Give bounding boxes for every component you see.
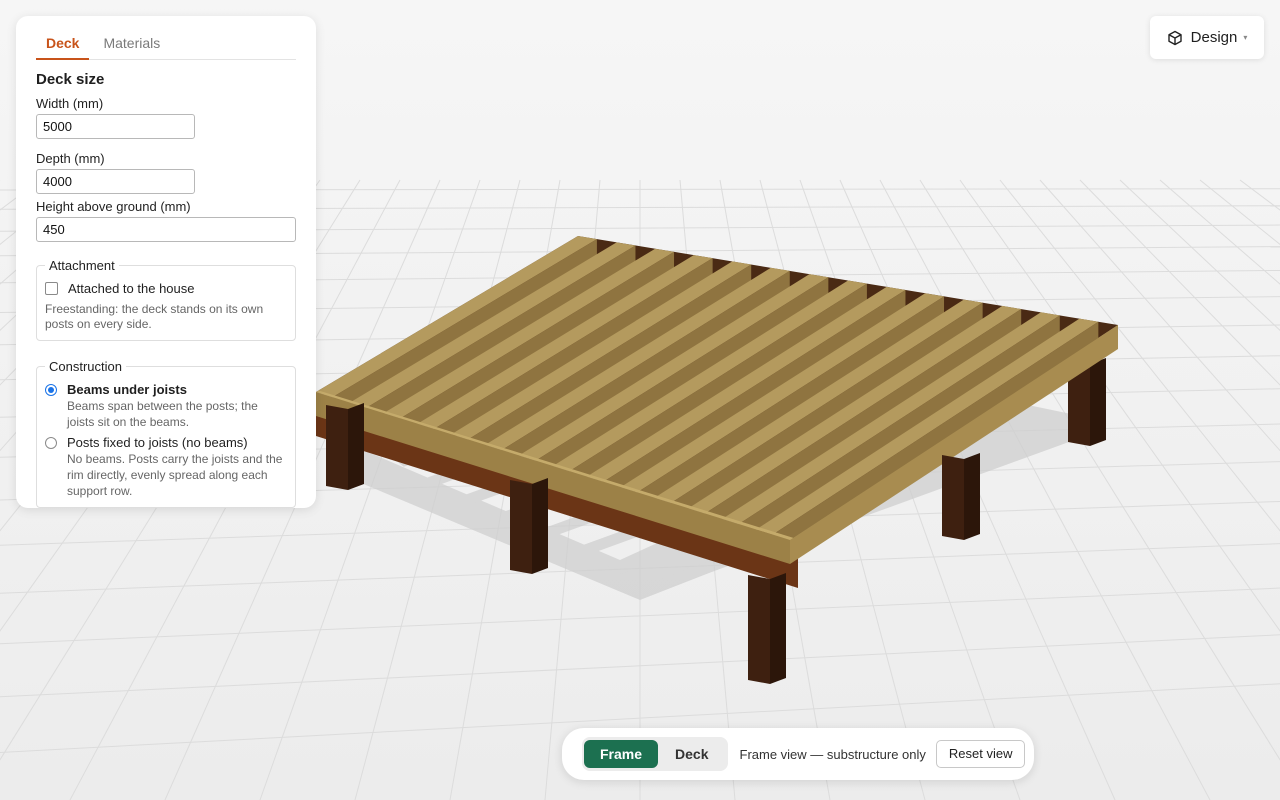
width-label: Width (mm) <box>36 96 104 111</box>
attached-checkbox[interactable] <box>45 282 58 295</box>
depth-input[interactable] <box>36 169 195 194</box>
deck-view-button[interactable]: Deck <box>658 740 725 768</box>
design-menu-button[interactable]: Design ▾ <box>1150 16 1264 59</box>
post <box>942 455 964 540</box>
posts-fixed-to-joists-radio[interactable] <box>45 437 57 449</box>
width-input[interactable] <box>36 114 195 139</box>
tab-materials[interactable]: Materials <box>103 35 160 59</box>
attached-checkbox-label[interactable]: Attached to the house <box>68 281 194 296</box>
post <box>1090 358 1106 446</box>
panel-tabs: Deck Materials <box>36 16 296 60</box>
post <box>348 403 364 490</box>
height-label: Height above ground (mm) <box>36 199 191 214</box>
height-input[interactable] <box>36 217 296 242</box>
view-status-text: Frame view — substructure only <box>739 746 926 762</box>
attachment-hint: Freestanding: the deck stands on its own… <box>45 302 264 331</box>
post <box>532 478 548 574</box>
post <box>770 573 786 684</box>
view-toolbar: Frame Deck Frame view — substructure onl… <box>562 728 1034 780</box>
tab-deck[interactable]: Deck <box>36 35 90 60</box>
beams-under-joists-radio[interactable] <box>45 384 57 396</box>
construction-group: Construction Beams under joists Beams sp… <box>36 359 296 508</box>
config-panel: Deck Materials Deck size Width (mm) Dept… <box>16 16 316 508</box>
reset-view-button[interactable]: Reset view <box>935 740 1026 768</box>
depth-label: Depth (mm) <box>36 151 105 166</box>
chevron-down-icon: ▾ <box>1243 33 1248 42</box>
cube-icon <box>1167 30 1182 45</box>
posts-fixed-to-joists-desc: No beams. Posts carry the joists and the… <box>67 452 283 498</box>
attachment-legend: Attachment <box>49 258 115 273</box>
attachment-group: Attachment Attached to the house Freesta… <box>36 258 296 341</box>
post <box>510 480 532 574</box>
beams-under-joists-desc: Beams span between the posts; the joists… <box>67 399 258 429</box>
post <box>748 575 770 684</box>
deck-size-title: Deck size <box>36 71 105 88</box>
post <box>964 453 980 540</box>
post <box>326 405 348 490</box>
frame-view-button[interactable]: Frame <box>584 740 659 768</box>
design-button-label: Design <box>1190 29 1238 46</box>
posts-fixed-to-joists-label[interactable]: Posts fixed to joists (no beams) <box>67 435 287 450</box>
view-mode-toggle: Frame Deck <box>582 737 728 771</box>
beams-under-joists-label[interactable]: Beams under joists <box>67 382 287 397</box>
construction-legend: Construction <box>49 359 122 374</box>
